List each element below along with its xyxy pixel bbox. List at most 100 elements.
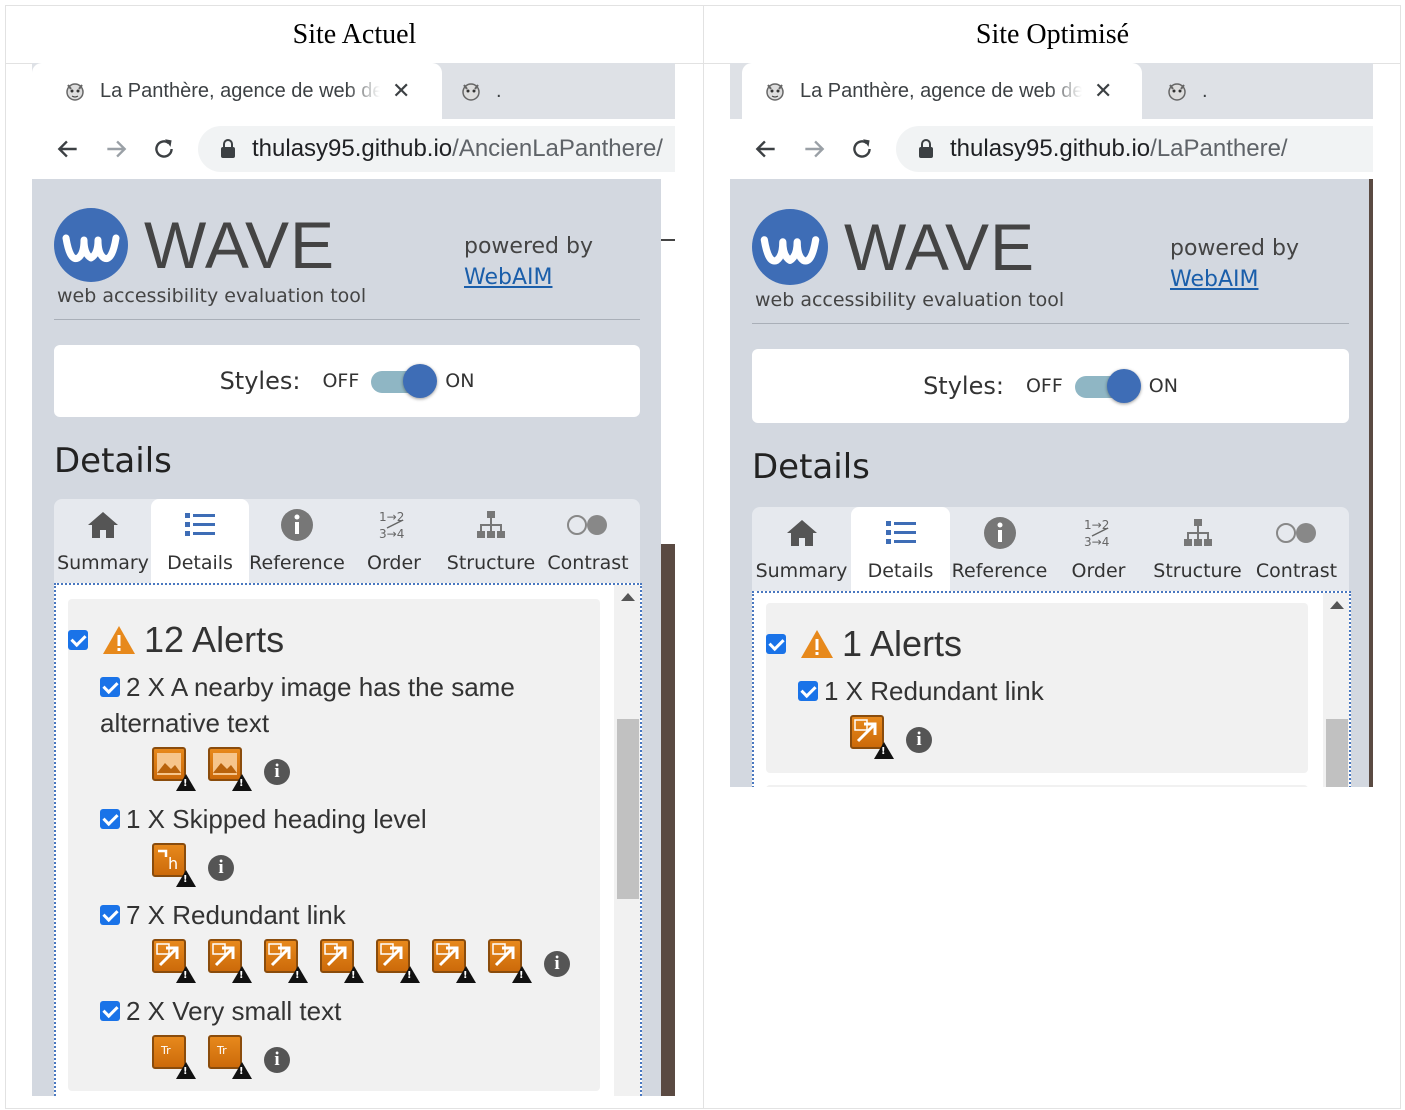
alerts-checkbox[interactable] [68,630,88,650]
alert-icons-row: h i [152,843,234,887]
lock-icon [221,139,235,158]
panther-favicon-icon [66,83,84,101]
details-heading: Details [752,447,870,487]
info-icon[interactable]: i [264,1047,290,1073]
contrast-icon [567,515,607,535]
styles-off-label: OFF [1025,375,1063,397]
styles-label: Styles: [923,372,1004,400]
svg-text:3→4: 3→4 [379,527,404,541]
styles-toggle-switch[interactable] [369,364,438,398]
styles-off-label: OFF [322,370,360,392]
forward-arrow-icon[interactable] [800,135,828,163]
styles-toggle-switch[interactable] [1073,369,1141,403]
tab-reference[interactable]: Reference [950,507,1049,591]
alt-same-icon[interactable] [208,747,252,791]
powered-by-label: powered by [1170,236,1299,261]
wave-tab-strip: Summary Details Reference 1→2 3→4 Order S… [54,499,640,583]
tab-order[interactable]: 1→2 3→4 Order [1049,507,1148,591]
info-icon[interactable]: i [544,951,570,977]
scroll-up-icon[interactable] [1330,601,1344,609]
address-bar: thulasy95.github.io/AncienLaPanthere/ [32,119,675,179]
scrollbar[interactable] [614,585,640,1096]
tab-label: Contrast [1255,560,1338,582]
browser-tab-bar: La Panthère, agence de web design ✕ . [32,63,675,119]
webaim-link[interactable]: WebAIM [1170,264,1299,295]
url-host: thulasy95.github.io [252,135,453,162]
back-arrow-icon[interactable] [54,135,82,163]
browser-tab-active[interactable]: La Panthère, agence de web design ✕ [32,63,442,119]
alert-item-label: 2 X A nearby image has the same alternat… [100,672,515,738]
url-path: /LaPanthere/ [1150,135,1288,162]
tab-label: Details [867,560,934,582]
reload-icon[interactable] [150,135,178,163]
panther-favicon-icon [1168,83,1186,101]
redundant-link-icon[interactable] [488,939,532,983]
reload-icon[interactable] [848,135,876,163]
styles-toggle-box: Styles: OFF ON [54,345,640,417]
tab-label: Contrast [547,552,629,574]
redundant-link-icon[interactable] [264,939,308,983]
info-icon[interactable]: i [906,727,932,753]
wave-sidebar: WAVE web accessibility evaluation tool p… [32,179,661,1096]
redundant-link-icon[interactable] [432,939,476,983]
alt-same-icon[interactable] [152,747,196,791]
order-icon: 1→23→4 [1084,518,1109,549]
url-path: /AncienLaPanthere/ [452,135,663,162]
tab-order[interactable]: 1→2 3→4 Order [345,499,443,583]
scrollbar-thumb[interactable] [1326,719,1348,787]
details-heading: Details [54,441,172,481]
browser-tab-active[interactable]: La Panthère, agence de web design ✕ [742,63,1142,119]
alert-item-label: 7 X Redundant link [126,900,346,930]
tab-structure[interactable]: Structure [442,499,540,583]
back-arrow-icon[interactable] [752,135,780,163]
close-tab-icon[interactable]: ✕ [392,78,410,104]
alerts-checkbox[interactable] [766,634,786,654]
lock-icon [919,139,933,158]
alert-item-checkbox[interactable] [100,677,120,698]
info-circle-icon [983,517,1016,549]
tab-reference[interactable]: Reference [248,499,346,583]
heading-skipped-icon[interactable]: h [152,843,196,887]
tab-label: Summary [57,552,149,574]
tab-summary[interactable]: Summary [54,499,152,583]
small-text-icon[interactable]: Tr [208,1035,252,1079]
tab-details[interactable]: Details [851,507,950,591]
wave-sidebar: WAVE web accessibility evaluation tool p… [730,179,1369,787]
browser-tab-inactive[interactable]: . [460,63,502,119]
svg-text:Tr: Tr [160,1044,171,1057]
alert-icons-row: Tr Tr i [152,1035,290,1079]
alerts-heading: 1 Alerts [766,623,962,665]
alert-item-checkbox[interactable] [100,905,120,926]
alert-item-checkbox[interactable] [100,809,120,830]
info-icon[interactable]: i [208,855,234,881]
url-field[interactable]: thulasy95.github.io/LaPanthere/ [896,126,1373,172]
tab-label: Structure [1153,560,1242,582]
alerts-heading: 12 Alerts [68,619,284,661]
tab-structure[interactable]: Structure [1148,507,1247,591]
redundant-link-icon[interactable] [850,715,894,759]
left-column-heading: Site Actuel [292,18,417,50]
tab-contrast[interactable]: Contrast [539,499,637,583]
redundant-link-icon[interactable] [208,939,252,983]
scrollbar[interactable] [1323,593,1349,787]
url-field[interactable]: thulasy95.github.io/AncienLaPanthere/ [198,126,675,172]
info-icon[interactable]: i [264,759,290,785]
webaim-link[interactable]: WebAIM [464,262,593,293]
tab-contrast[interactable]: Contrast [1247,507,1346,591]
alert-item-label: 2 X Very small text [126,996,342,1026]
redundant-link-icon[interactable] [376,939,420,983]
close-tab-icon[interactable]: ✕ [1094,78,1112,104]
alert-item-label: 1 X Redundant link [824,676,1044,706]
scrollbar-thumb[interactable] [617,719,639,899]
tab-details[interactable]: Details [151,499,249,583]
right-column-heading: Site Optimisé [975,18,1130,50]
alert-item-checkbox[interactable] [798,681,818,702]
small-text-icon[interactable]: Tr [152,1035,196,1079]
tab-summary[interactable]: Summary [752,507,851,591]
forward-arrow-icon[interactable] [102,135,130,163]
scroll-up-icon[interactable] [621,593,635,601]
redundant-link-icon[interactable] [320,939,364,983]
alert-item-checkbox[interactable] [100,1001,120,1022]
redundant-link-icon[interactable] [152,939,196,983]
browser-tab-inactive[interactable]: . [1166,63,1208,119]
